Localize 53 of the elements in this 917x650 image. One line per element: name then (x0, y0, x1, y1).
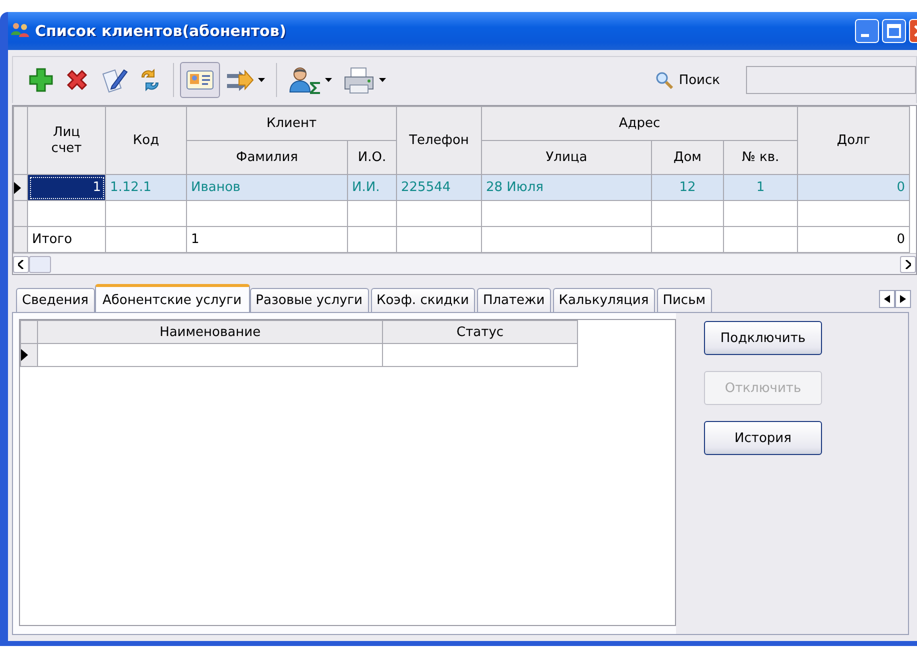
caret-icon (258, 78, 265, 82)
search-icon (654, 71, 673, 89)
table-cell: 1.12.1 (106, 174, 186, 200)
column-header[interactable]: Фамилия (186, 140, 348, 174)
scroll-right-icon[interactable] (905, 260, 911, 268)
column-header[interactable]: Лиц счет (28, 106, 106, 174)
caret-icon (325, 78, 332, 82)
table-cell: 1 (28, 174, 106, 200)
table-cell: Иванов (186, 174, 348, 200)
scroll-left-icon[interactable] (18, 260, 24, 268)
row-pointer-icon (21, 349, 28, 361)
column-header[interactable]: Долг (798, 106, 910, 174)
table-cell: И.И. (348, 174, 396, 200)
table-cell: 12 (652, 174, 724, 200)
column-header[interactable]: Дом (652, 140, 724, 174)
tab[interactable]: Калькуляция (552, 288, 655, 312)
column-header[interactable]: Код (106, 106, 186, 174)
action-button[interactable]: Подключить (704, 321, 822, 355)
minimize-icon[interactable] (855, 19, 879, 43)
user-sum-icon (288, 65, 322, 95)
maximize-icon[interactable] (882, 19, 906, 43)
column-header[interactable]: Статус (382, 320, 578, 344)
caret-icon (379, 78, 386, 82)
window-title: Список клиентов(абонентов) (35, 22, 288, 40)
tab[interactable]: Абонентские услуги (94, 284, 250, 312)
column-header[interactable]: Наименование (38, 320, 383, 344)
column-group-header: Адрес (482, 106, 798, 140)
table-cell: 28 Июля (482, 174, 652, 200)
action-button[interactable]: История (704, 421, 822, 455)
tab[interactable]: Коэф. скидки (370, 288, 475, 312)
tab[interactable]: Разовые услуги (250, 288, 368, 312)
search-field[interactable] (746, 66, 916, 94)
table-cell: 0 (798, 174, 910, 200)
tab[interactable]: Письм (656, 288, 712, 312)
plus-icon (28, 67, 54, 93)
tab-scroll-left-icon[interactable] (884, 295, 890, 303)
tab-scroll-right-icon[interactable] (900, 295, 906, 303)
tab[interactable]: Сведения (16, 288, 94, 312)
scrollbar-thumb[interactable] (29, 256, 51, 272)
arrows-icon (225, 67, 255, 93)
delete-icon (64, 67, 90, 93)
search-label: Поиск (678, 72, 720, 88)
column-header[interactable]: № кв. (724, 140, 798, 174)
contact-card-icon (185, 68, 215, 92)
column-header[interactable]: Телефон (396, 106, 482, 174)
column-header[interactable]: И.О. (348, 140, 396, 174)
row-pointer-icon (14, 182, 21, 194)
table-cell: 1 (724, 174, 798, 200)
printer-icon (342, 65, 376, 95)
column-group-header: Клиент (186, 106, 396, 140)
table-cell: 225544 (396, 174, 482, 200)
column-header[interactable]: Улица (482, 140, 652, 174)
tab[interactable]: Платежи (476, 288, 551, 312)
